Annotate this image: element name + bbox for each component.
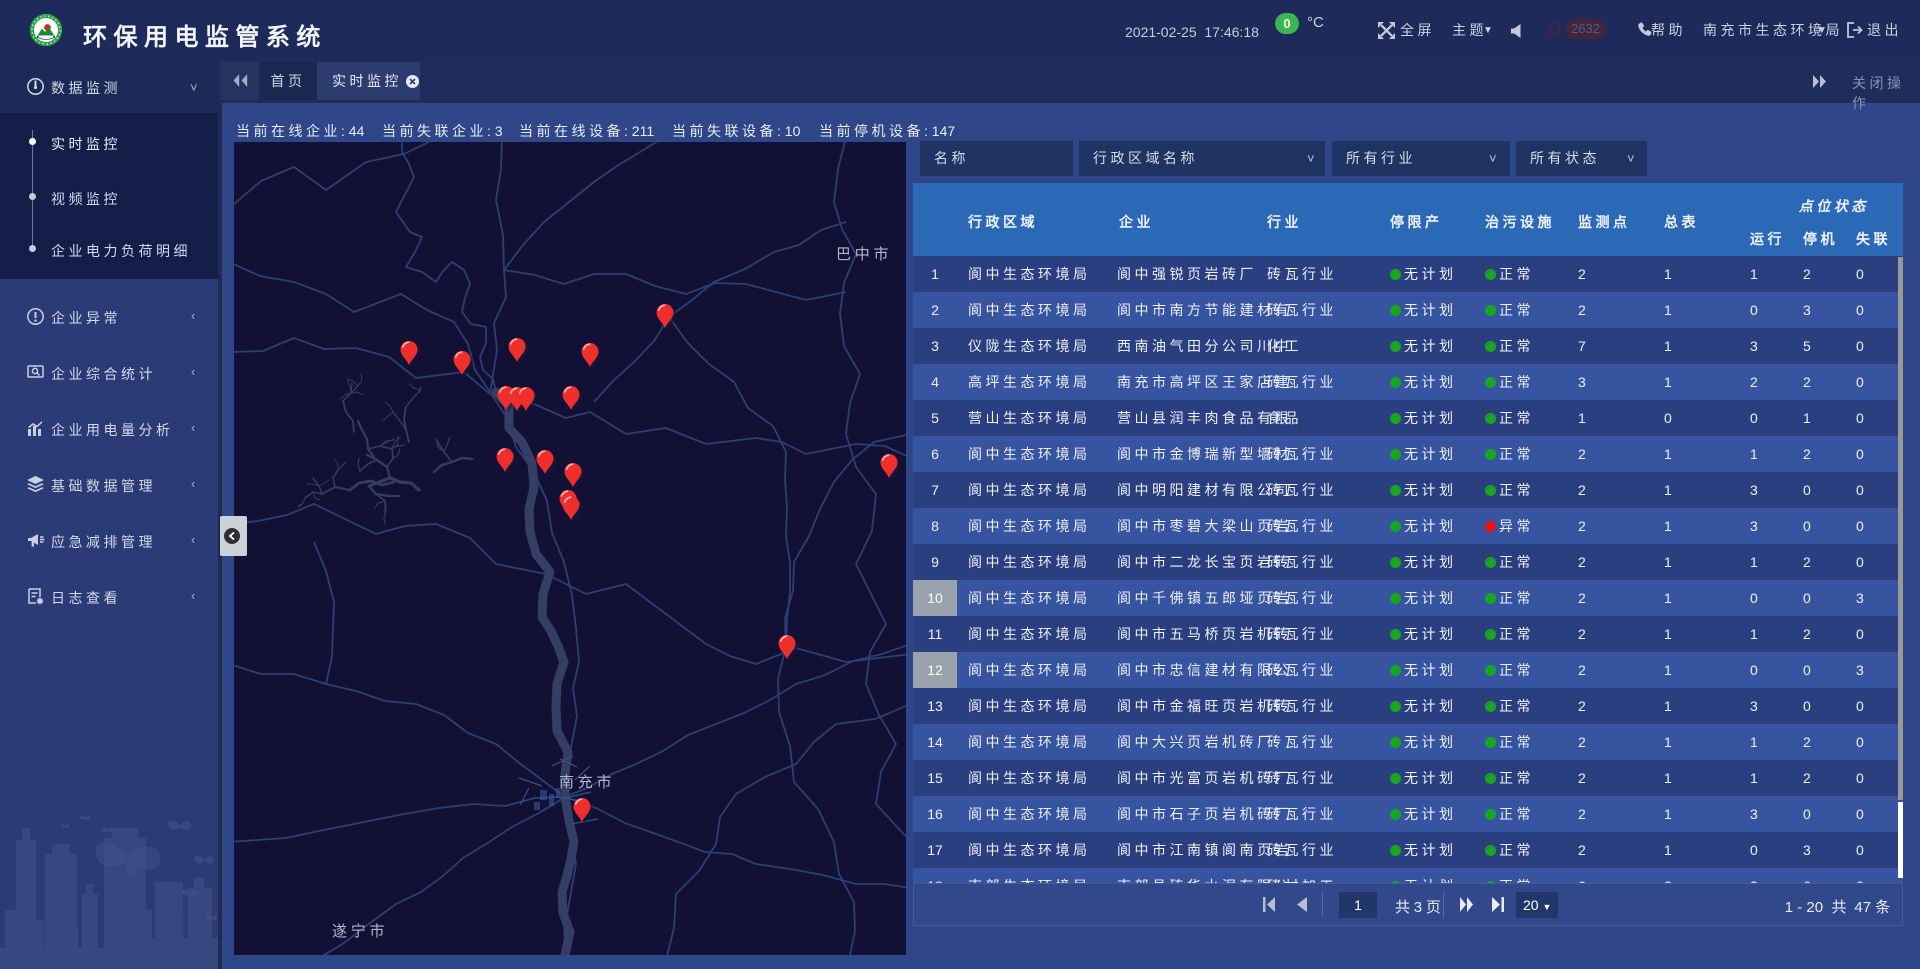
svg-text:南充市: 南充市 (559, 774, 615, 791)
svg-text:巴中市: 巴中市 (836, 246, 892, 263)
svg-text:遂宁市: 遂宁市 (332, 923, 388, 940)
